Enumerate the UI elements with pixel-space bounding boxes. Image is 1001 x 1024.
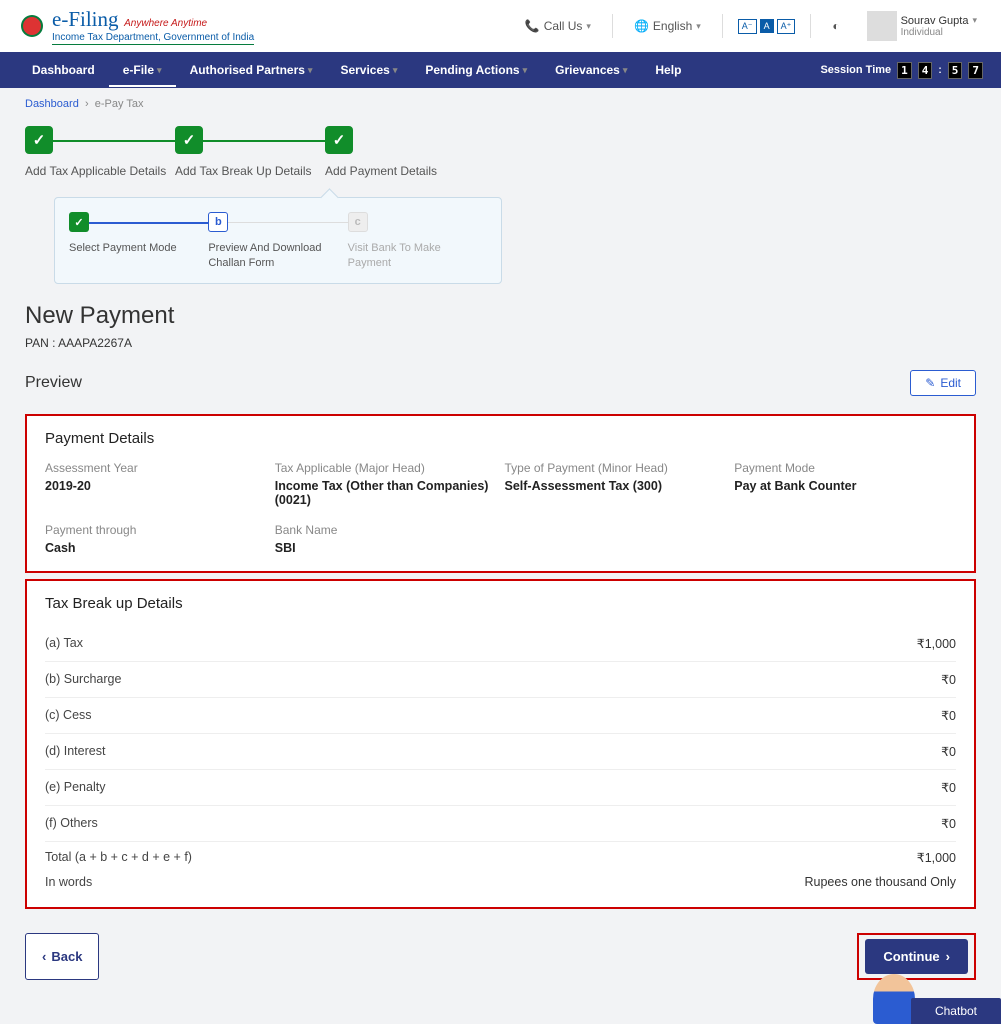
nav-dashboard[interactable]: Dashboard: [18, 53, 109, 87]
chevron-down-icon: ▾: [623, 65, 628, 76]
field-value: Cash: [45, 541, 267, 555]
nav-help[interactable]: Help: [641, 53, 695, 87]
detail-field: Payment through Cash: [45, 523, 267, 555]
action-row: ‹ Back Continue ›: [0, 915, 1001, 1010]
main-stepper: ✓ Add Tax Applicable Details ✓ Add Tax B…: [0, 120, 1001, 197]
sub-stepper-box: ✓ Select Payment Mode b Preview And Down…: [54, 197, 502, 284]
avatar: [867, 11, 897, 41]
chevron-right-icon: ›: [946, 949, 950, 964]
tax-breakup-card: Tax Break up Details (a) Tax1,000(b) Sur…: [25, 579, 976, 909]
field-value: Pay at Bank Counter: [734, 479, 956, 493]
font-size-controls: A⁻ A A⁺: [738, 19, 796, 34]
gov-emblem-icon: [18, 9, 46, 43]
field-value: Income Tax (Other than Companies) (0021): [275, 479, 497, 507]
pan-line: PAN : AAAPA2267A: [0, 332, 1001, 364]
contrast-toggle[interactable]: ◐: [826, 19, 845, 33]
field-label: Tax Applicable (Major Head): [275, 461, 497, 475]
breakup-row: (a) Tax1,000: [45, 626, 956, 662]
edit-button[interactable]: ✎ Edit: [910, 370, 976, 396]
detail-field: Bank Name SBI: [275, 523, 497, 555]
font-decrease-button[interactable]: A⁻: [738, 19, 757, 34]
breakup-row: (d) Interest0: [45, 734, 956, 770]
brand-logo[interactable]: e-Filing Anywhere Anytime Income Tax Dep…: [18, 7, 254, 45]
payment-details-card: Payment Details Assessment Year 2019-20 Ta…: [25, 414, 976, 573]
call-us-dropdown[interactable]: 📞Call Us▾: [519, 19, 597, 33]
chevron-down-icon: ▾: [586, 21, 591, 32]
session-timer: Session Time 1 4 : 5 7: [820, 62, 983, 79]
chevron-down-icon: ▾: [696, 21, 701, 32]
chevron-down-icon: ▾: [308, 65, 313, 76]
page-title-block: New Payment: [0, 284, 1001, 332]
contrast-icon: ◐: [832, 19, 839, 33]
chevron-left-icon: ‹: [42, 949, 46, 964]
detail-field: Type of Payment (Minor Head) Self-Assessm…: [505, 461, 727, 507]
continue-button[interactable]: Continue ›: [865, 939, 968, 974]
chevron-down-icon: ▾: [157, 65, 162, 76]
brand-title: e-Filing: [52, 7, 119, 31]
step-1: ✓ Add Tax Applicable Details: [25, 126, 175, 179]
continue-highlight: Continue ›: [857, 933, 976, 980]
check-icon: ✓: [325, 126, 353, 154]
brand-tagline: Anywhere Anytime: [124, 18, 207, 29]
field-label: Payment through: [45, 523, 267, 537]
nav-authorised-partners[interactable]: Authorised Partners▾: [176, 53, 327, 87]
chevron-down-icon: ▾: [523, 65, 528, 76]
preview-header: Preview ✎ Edit: [0, 364, 1001, 408]
card-heading: Payment Details: [45, 430, 956, 447]
field-label: Assessment Year: [45, 461, 267, 475]
total-row: Total (a + b + c + d + e + f) 1,000: [45, 842, 956, 867]
font-default-button[interactable]: A: [760, 19, 774, 33]
detail-field: Tax Applicable (Major Head) Income Tax (O…: [275, 461, 497, 507]
language-dropdown[interactable]: 🌐English▾: [628, 19, 707, 33]
top-header: e-Filing Anywhere Anytime Income Tax Dep…: [0, 0, 1001, 52]
crumb-current: e-Pay Tax: [95, 98, 144, 110]
preview-label: Preview: [25, 374, 82, 392]
field-label: Type of Payment (Minor Head): [505, 461, 727, 475]
brand-subtitle: Income Tax Department, Government of Ind…: [52, 32, 254, 45]
check-icon: ✓: [69, 212, 89, 232]
breakup-row: (e) Penalty0: [45, 770, 956, 806]
sub-step-a: ✓ Select Payment Mode: [69, 212, 208, 256]
breadcrumb: Dashboard › e-Pay Tax: [0, 88, 1001, 120]
step-3: ✓ Add Payment Details: [325, 126, 475, 179]
font-increase-button[interactable]: A⁺: [777, 19, 796, 34]
chatbot-fab[interactable]: Chatbot: [873, 974, 1001, 1024]
card-heading: Tax Break up Details: [45, 595, 956, 612]
primary-nav: Dashboard e-File▾ Authorised Partners▾ S…: [0, 52, 1001, 88]
nav-efile[interactable]: e-File▾: [109, 53, 176, 87]
check-icon: ✓: [175, 126, 203, 154]
breakup-row: (f) Others0: [45, 806, 956, 842]
detail-field: Assessment Year 2019-20: [45, 461, 267, 507]
breakup-row: (c) Cess0: [45, 698, 956, 734]
check-icon: ✓: [25, 126, 53, 154]
field-value: Self-Assessment Tax (300): [505, 479, 727, 493]
page-title: New Payment: [25, 302, 976, 330]
pencil-icon: ✎: [925, 376, 935, 390]
field-value: 2019-20: [45, 479, 267, 493]
nav-grievances[interactable]: Grievances▾: [541, 53, 641, 87]
chevron-down-icon: ▾: [972, 15, 977, 26]
chatbot-avatar-icon: [873, 974, 915, 1024]
nav-pending-actions[interactable]: Pending Actions▾: [411, 53, 541, 87]
field-value: SBI: [275, 541, 497, 555]
detail-field: Payment Mode Pay at Bank Counter: [734, 461, 956, 507]
back-button[interactable]: ‹ Back: [25, 933, 99, 980]
nav-services[interactable]: Services▾: [326, 53, 411, 87]
field-label: Payment Mode: [734, 461, 956, 475]
words-row: In words Rupees one thousand Only: [45, 867, 956, 891]
phone-icon: 📞: [525, 19, 540, 33]
sub-step-b: b Preview And Download Challan Form: [208, 212, 347, 271]
user-menu[interactable]: Sourav Gupta▾ Individual: [861, 11, 983, 41]
crumb-dashboard[interactable]: Dashboard: [25, 98, 79, 110]
sub-step-c: c Visit Bank To Make Payment: [348, 212, 487, 271]
step-2: ✓ Add Tax Break Up Details: [175, 126, 325, 179]
globe-icon: 🌐: [634, 19, 649, 33]
field-label: Bank Name: [275, 523, 497, 537]
breakup-row: (b) Surcharge0: [45, 662, 956, 698]
chevron-down-icon: ▾: [393, 65, 398, 76]
